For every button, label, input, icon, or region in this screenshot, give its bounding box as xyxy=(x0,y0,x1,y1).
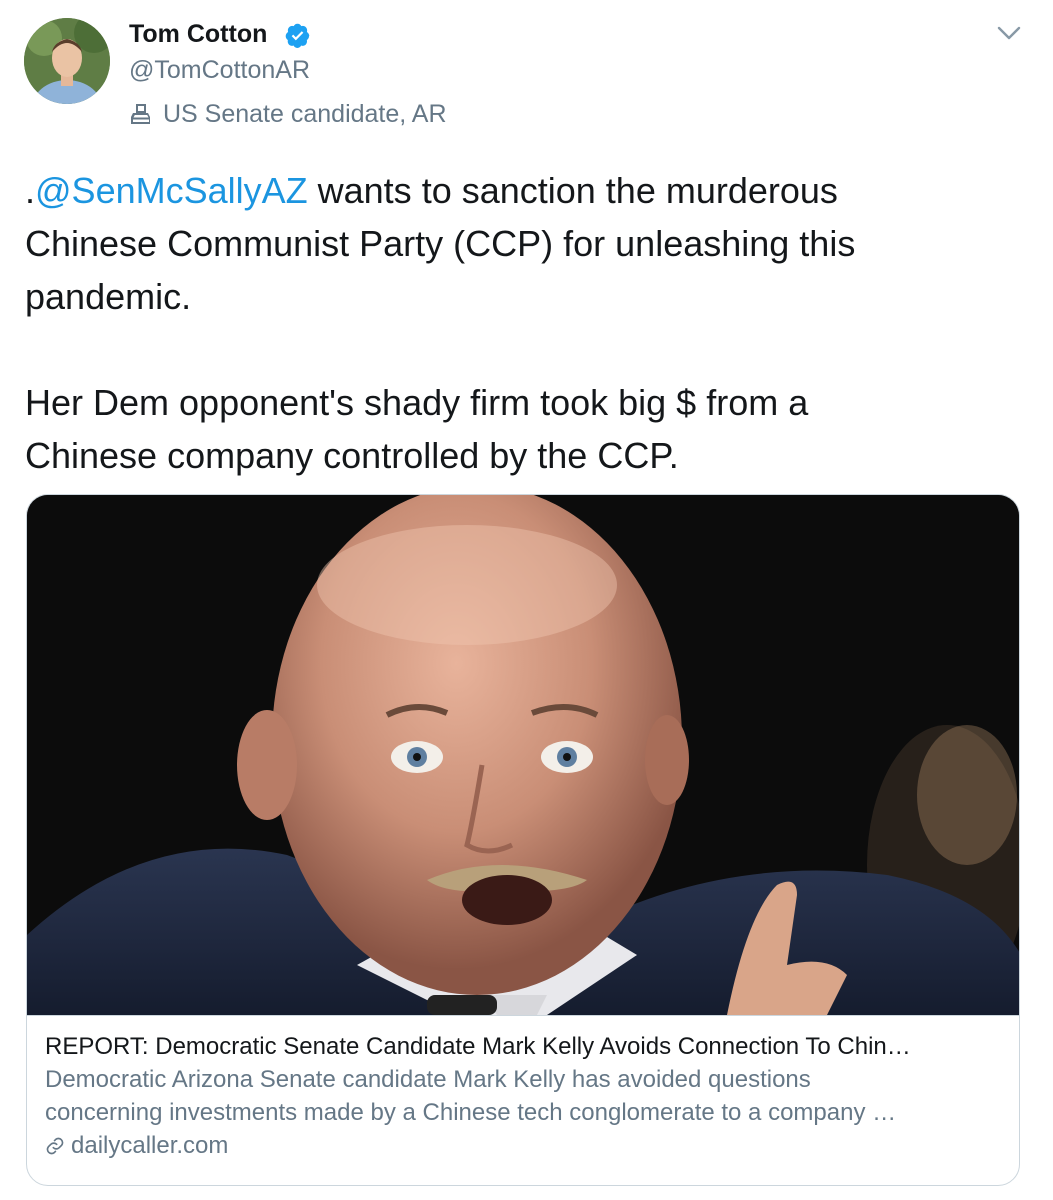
tweet-line: Chinese company controlled by the CCP. xyxy=(25,435,679,476)
author-handle[interactable]: @TomCottonAR xyxy=(129,56,310,85)
tweet-line: pandemic. xyxy=(25,276,192,317)
ballot-box-icon xyxy=(131,104,150,124)
link-icon xyxy=(46,1137,64,1154)
card-domain-text: dailycaller.com xyxy=(71,1132,229,1159)
card-body[interactable]: REPORT: Democratic Senate Candidate Mark… xyxy=(27,1015,1019,1185)
avatar[interactable] xyxy=(24,18,110,104)
card-description: Democratic Arizona Senate candidate Mark… xyxy=(45,1063,1005,1129)
mention-link[interactable]: @SenMcSallyAZ xyxy=(35,170,308,211)
card-image[interactable] xyxy=(27,495,1019,1015)
card-domain[interactable]: dailycaller.com xyxy=(45,1129,1003,1162)
card-description-line: concerning investments made by a Chinese… xyxy=(45,1099,897,1126)
chevron-down-icon[interactable] xyxy=(995,22,1023,44)
card-title[interactable]: REPORT: Democratic Senate Candidate Mark… xyxy=(45,1030,1005,1063)
account-label: US Senate candidate, AR xyxy=(129,99,447,129)
tweet-text-segment: wants to sanction the murderous xyxy=(307,170,838,211)
verified-badge-icon xyxy=(285,23,310,48)
tweet-text-segment: . xyxy=(25,170,36,211)
author-name[interactable]: Tom Cotton xyxy=(129,20,267,49)
tweet-text: .@SenMcSallyAZ wants to sanction the mur… xyxy=(25,164,1025,482)
tweet-line: Her Dem opponent's shady firm took big $… xyxy=(25,382,809,423)
tweet-line: .@SenMcSallyAZ wants to sanction the mur… xyxy=(25,164,1025,217)
link-preview-card[interactable]: REPORT: Democratic Senate Candidate Mark… xyxy=(26,494,1020,1186)
card-description-line: Democratic Arizona Senate candidate Mark… xyxy=(45,1066,811,1093)
tweet-line: Chinese Communist Party (CCP) for unleas… xyxy=(25,223,856,264)
account-label-text: US Senate candidate, AR xyxy=(163,99,447,128)
